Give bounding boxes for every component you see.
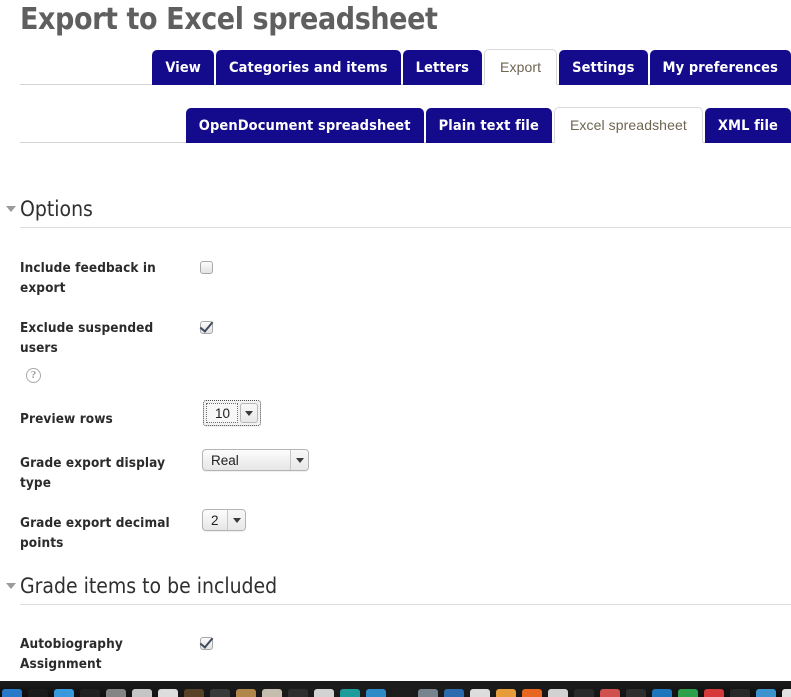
macos-dock[interactable] <box>0 681 791 697</box>
tab-my-preferences[interactable]: My preferences <box>649 50 791 85</box>
preview-rows-dropdown-arrow[interactable] <box>240 403 258 423</box>
dock-icon[interactable] <box>730 689 750 697</box>
preview-rows-select[interactable]: 10 <box>203 400 261 426</box>
dock-icon[interactable] <box>782 689 791 697</box>
dock-icon[interactable] <box>158 689 178 697</box>
dock-icon[interactable] <box>366 689 386 697</box>
tab-label: Export <box>500 59 542 75</box>
section-divider <box>20 227 791 228</box>
chevron-down-icon <box>295 457 304 463</box>
application-page: Export to Excel spreadsheet View Categor… <box>0 0 791 681</box>
display-type-dropdown-arrow[interactable] <box>290 450 308 470</box>
chevron-down-icon <box>232 517 241 523</box>
preview-rows-control: 10 <box>203 400 261 426</box>
section-title: Grade items to be included <box>20 574 278 598</box>
tab-export[interactable]: Export <box>484 49 558 85</box>
tab-plain-text-file[interactable]: Plain text file <box>425 108 552 143</box>
decimal-points-value: 2 <box>211 512 219 528</box>
tab-label: Excel spreadsheet <box>569 117 687 133</box>
display-type-label: Grade export display type <box>20 455 166 491</box>
exclude-suspended-help[interactable]: ? <box>26 365 41 383</box>
autobiography-assignment-label: Autobiography Assignment <box>20 636 123 672</box>
section-divider <box>20 604 791 605</box>
dock-icon[interactable] <box>80 689 100 697</box>
preview-rows-value: 10 <box>206 403 238 423</box>
tab-label: XML file <box>717 117 778 134</box>
tab-letters[interactable]: Letters <box>402 50 483 85</box>
dock-icon[interactable] <box>28 689 48 697</box>
autobiography-assignment-checkbox[interactable] <box>200 637 213 650</box>
dock-icon[interactable] <box>184 689 204 697</box>
dock-icon[interactable] <box>496 689 516 697</box>
primary-tab-list: View Categories and items Letters Export… <box>152 49 791 85</box>
dock-icon[interactable] <box>106 689 126 697</box>
help-circle-icon[interactable]: ? <box>26 368 41 383</box>
secondary-tab-list: OpenDocument spreadsheet Plain text file… <box>185 107 791 143</box>
display-type-select[interactable]: Real <box>202 449 309 471</box>
preview-rows-label: Preview rows <box>20 411 113 427</box>
exclude-suspended-checkbox[interactable] <box>200 321 213 334</box>
collapse-triangle-icon[interactable] <box>6 583 16 589</box>
dock-icon[interactable] <box>340 689 360 697</box>
secondary-tab-bar: OpenDocument spreadsheet Plain text file… <box>0 107 791 143</box>
dock-icon[interactable] <box>132 689 152 697</box>
decimal-points-label: Grade export decimal points <box>20 515 170 551</box>
exclude-suspended-label: Exclude suspended users <box>20 320 154 356</box>
tab-excel-spreadsheet[interactable]: Excel spreadsheet <box>553 107 703 143</box>
dock-icon[interactable] <box>652 689 672 697</box>
include-feedback-label: Include feedback in export <box>20 260 156 296</box>
tab-view[interactable]: View <box>152 50 214 85</box>
dock-icon[interactable] <box>756 689 776 697</box>
tab-settings[interactable]: Settings <box>559 50 648 85</box>
dock-icon[interactable] <box>262 689 282 697</box>
tab-label: Categories and items <box>228 59 388 76</box>
tab-opendocument-spreadsheet[interactable]: OpenDocument spreadsheet <box>185 108 424 143</box>
section-title: Options <box>20 197 93 221</box>
dock-icon[interactable] <box>210 689 230 697</box>
tab-label: View <box>165 59 201 76</box>
collapse-triangle-icon[interactable] <box>6 206 16 212</box>
autobiography-assignment-control <box>200 637 213 655</box>
grade-items-section-header[interactable]: Grade items to be included <box>0 573 791 607</box>
dock-icon[interactable] <box>418 689 438 697</box>
primary-tab-bar: View Categories and items Letters Export… <box>0 49 791 85</box>
dock-icon[interactable] <box>288 689 308 697</box>
dock-icon[interactable] <box>392 689 412 697</box>
tab-label: My preferences <box>662 59 778 76</box>
dock-icon[interactable] <box>470 689 490 697</box>
display-type-control: Real <box>202 449 309 471</box>
grade-items-section: Grade items to be included <box>0 573 791 607</box>
dock-icon[interactable] <box>704 689 724 697</box>
dock-icon[interactable] <box>522 689 542 697</box>
dock-icon[interactable] <box>54 689 74 697</box>
tab-label: Settings <box>572 59 635 76</box>
tab-categories-and-items[interactable]: Categories and items <box>215 50 401 85</box>
tab-xml-file[interactable]: XML file <box>704 108 791 143</box>
decimal-points-select[interactable]: 2 <box>202 509 246 531</box>
dock-icon[interactable] <box>444 689 464 697</box>
display-type-value: Real <box>211 452 239 468</box>
include-feedback-control <box>200 261 213 279</box>
tab-label: Letters <box>415 59 470 76</box>
decimal-points-control: 2 <box>202 509 246 531</box>
include-feedback-checkbox[interactable] <box>200 261 213 274</box>
options-section: Options <box>0 196 791 230</box>
dock-icon[interactable] <box>574 689 594 697</box>
options-section-header[interactable]: Options <box>0 196 791 230</box>
exclude-suspended-control <box>200 321 213 339</box>
dock-icon[interactable] <box>678 689 698 697</box>
chevron-down-icon <box>245 410 253 416</box>
decimal-points-dropdown-arrow[interactable] <box>227 510 245 530</box>
dock-icon-list <box>0 689 791 697</box>
dock-icon[interactable] <box>314 689 334 697</box>
page-title: Export to Excel spreadsheet <box>20 2 438 37</box>
tab-label: OpenDocument spreadsheet <box>198 117 411 134</box>
dock-icon[interactable] <box>626 689 646 697</box>
dock-icon[interactable] <box>600 689 620 697</box>
dock-icon[interactable] <box>236 689 256 697</box>
dock-icon[interactable] <box>2 689 22 697</box>
tab-label: Plain text file <box>438 117 539 134</box>
dock-icon[interactable] <box>548 689 568 697</box>
